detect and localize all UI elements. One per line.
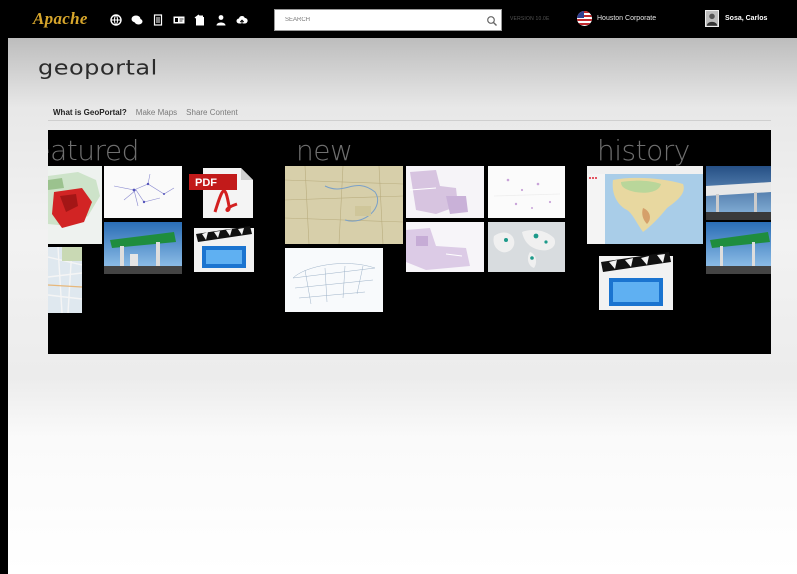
featured-tile-video[interactable] xyxy=(192,222,256,274)
history-tile-video[interactable] xyxy=(597,248,675,312)
id-card-icon[interactable] xyxy=(173,14,185,26)
us-flag-icon xyxy=(577,11,592,26)
history-tile-gas-station-2[interactable] xyxy=(706,222,771,274)
new-tile-grid-map[interactable] xyxy=(285,248,383,312)
divider xyxy=(48,120,771,121)
new-tile-topo-map[interactable] xyxy=(285,166,403,244)
sub-navigation: What is GeoPortal? Make Maps Share Conte… xyxy=(53,108,247,117)
featured-tile-pdf[interactable]: PDF xyxy=(189,166,257,220)
content-carousel[interactable]: featured new history xyxy=(48,130,771,354)
featured-tile-street-map[interactable] xyxy=(48,247,82,313)
new-tile-world-map[interactable] xyxy=(488,222,565,272)
user-menu[interactable]: Sosa, Carlos xyxy=(705,10,767,27)
search-input[interactable] xyxy=(275,10,481,30)
history-tile-north-america-map[interactable] xyxy=(587,166,703,244)
globe-icon[interactable] xyxy=(110,14,122,26)
user-name: Sosa, Carlos xyxy=(725,15,768,22)
people-icon[interactable] xyxy=(215,14,227,26)
toolbar-icons xyxy=(110,13,257,27)
featured-tile-network-map[interactable] xyxy=(104,166,182,218)
history-tile-gas-station-1[interactable] xyxy=(706,166,771,220)
tab-share-content[interactable]: Share Content xyxy=(186,108,238,117)
organization-label: Houston Corporate xyxy=(597,15,657,22)
top-bar: Apache VERSION 10.0E xyxy=(0,0,797,38)
new-tile-region-map[interactable] xyxy=(406,222,484,272)
document-icon[interactable] xyxy=(152,14,164,26)
pdf-label: PDF xyxy=(195,177,217,189)
new-tile-parcel-map[interactable] xyxy=(406,166,484,218)
geoportal-logo[interactable]: geoportal xyxy=(38,56,158,80)
avatar xyxy=(705,10,719,27)
chat-icon[interactable] xyxy=(131,14,143,26)
tab-make-maps[interactable]: Make Maps xyxy=(136,108,177,117)
new-tile-point-map[interactable] xyxy=(488,166,565,218)
search-box xyxy=(274,9,502,31)
featured-tile-gas-station[interactable] xyxy=(104,222,182,274)
main-page: geoportal What is GeoPortal? Make Maps S… xyxy=(8,38,797,574)
clipboard-icon[interactable] xyxy=(194,14,206,26)
search-icon[interactable] xyxy=(486,14,498,26)
group-title-history: history xyxy=(597,134,690,167)
tab-what-is-geoportal[interactable]: What is GeoPortal? xyxy=(53,108,127,117)
upload-cloud-icon[interactable] xyxy=(236,14,248,26)
group-title-featured: featured xyxy=(48,134,139,167)
version-label: VERSION 10.0E xyxy=(510,16,550,22)
group-title-new: new xyxy=(296,134,353,167)
organization-selector[interactable]: Houston Corporate xyxy=(577,11,656,26)
apache-logo[interactable]: Apache xyxy=(33,9,88,29)
featured-tile-us-map[interactable] xyxy=(48,166,102,244)
